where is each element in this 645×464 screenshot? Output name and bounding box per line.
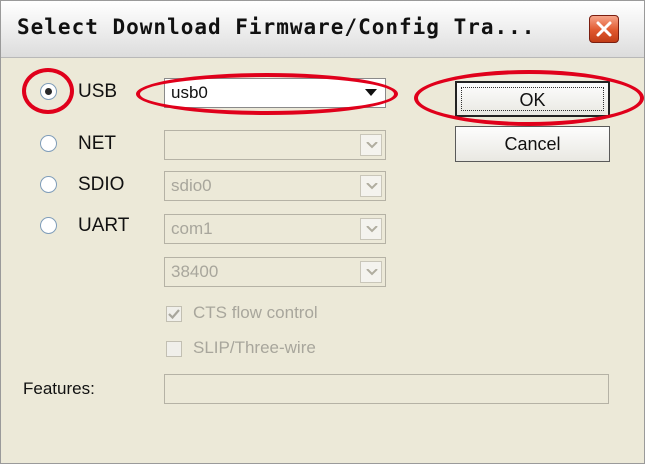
cancel-button-label: Cancel <box>504 134 561 154</box>
features-label: Features: <box>23 379 95 398</box>
chevron-down-icon[interactable] <box>360 134 382 156</box>
annotation-ellipse-usb-radio <box>22 68 74 114</box>
baud-rate-value: 38400 <box>171 262 219 281</box>
close-icon <box>596 21 612 37</box>
slip-checkbox[interactable] <box>166 341 182 357</box>
uart-device-select[interactable]: com1 <box>164 214 386 244</box>
sdio-device-select[interactable]: sdio0 <box>164 171 386 201</box>
annotation-ellipse-device-select <box>136 73 398 115</box>
radio-net[interactable] <box>40 135 57 152</box>
features-input[interactable] <box>164 374 609 404</box>
chevron-down-icon[interactable] <box>360 218 382 240</box>
cts-checkbox-label: CTS flow control <box>193 303 318 322</box>
annotation-ellipse-ok-button <box>414 70 644 126</box>
close-button[interactable] <box>589 15 619 43</box>
radio-uart-label: UART <box>78 215 130 236</box>
radio-uart[interactable] <box>40 217 57 234</box>
radio-net-label: NET <box>78 133 116 154</box>
radio-sdio-label: SDIO <box>78 174 125 195</box>
radio-sdio[interactable] <box>40 176 57 193</box>
title-bar[interactable]: Select Download Firmware/Config Tra... <box>1 1 644 58</box>
chevron-down-icon[interactable] <box>360 261 382 283</box>
radio-usb-label: USB <box>78 81 118 102</box>
chevron-down-icon[interactable] <box>360 175 382 197</box>
cancel-button[interactable]: Cancel <box>455 126 610 162</box>
slip-checkbox-label: SLIP/Three-wire <box>193 338 316 357</box>
window-title: Select Download Firmware/Config Tra... <box>17 15 536 39</box>
checkmark-icon <box>168 309 180 320</box>
uart-device-value: com1 <box>171 219 213 238</box>
sdio-device-value: sdio0 <box>171 176 212 195</box>
net-device-select[interactable] <box>164 130 386 160</box>
cts-checkbox[interactable] <box>166 306 182 322</box>
baud-rate-select[interactable]: 38400 <box>164 257 386 287</box>
